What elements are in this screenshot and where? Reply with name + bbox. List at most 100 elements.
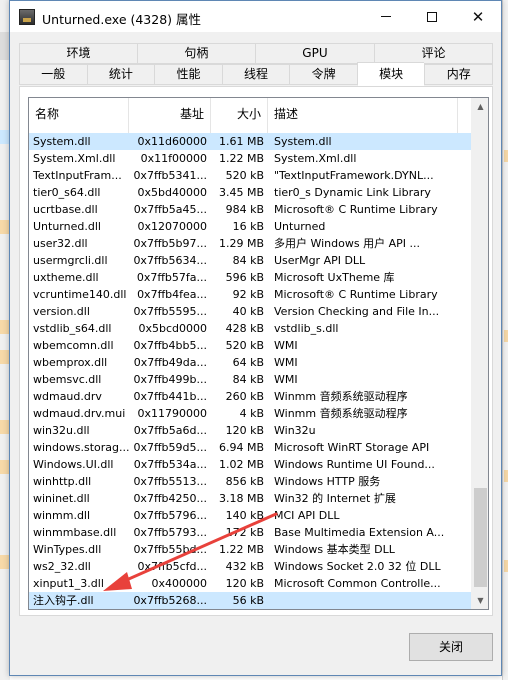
- column-header-base[interactable]: 基址: [129, 98, 211, 133]
- table-row[interactable]: uxtheme.dll 0x7ffb57fa... 596 kB Microsoft …: [29, 269, 471, 286]
- tab-general[interactable]: 一般: [19, 64, 87, 85]
- tab-threads[interactable]: 线程: [221, 64, 290, 85]
- close-button[interactable]: 关闭: [409, 633, 493, 661]
- module-description-cell: "TextInputFramework.DYNL...: [274, 169, 434, 182]
- table-row[interactable]: user32.dll 0x7ffb5b97... 1.29 MB 多用户 Window…: [29, 235, 471, 252]
- scrollbar-thumb[interactable]: [474, 488, 487, 587]
- list-body: System.dll 0x11d60000 1.61 MB System.dll Sys…: [29, 133, 471, 609]
- table-row[interactable]: Windows.UI.dll 0x7ffb534a... 1.02 MB Window…: [29, 456, 471, 473]
- module-size-cell: 260 kB: [225, 390, 264, 403]
- close-window-button[interactable]: ✕: [455, 1, 501, 32]
- table-row[interactable]: wbemsvc.dll 0x7ffb499b... 84 kB WMI: [29, 371, 471, 388]
- module-size-cell: 16 kB: [232, 220, 264, 233]
- module-description-cell: Windows 基本类型 DLL: [274, 543, 395, 556]
- maximize-button[interactable]: [409, 1, 455, 32]
- table-row[interactable]: wbemcomn.dll 0x7ffb4bb5... 520 kB WMI: [29, 337, 471, 354]
- table-row[interactable]: Unturned.dll 0x12070000 16 kB Unturned: [29, 218, 471, 235]
- column-header-size[interactable]: 大小: [211, 98, 268, 133]
- module-name-cell: ws2_32.dll: [33, 560, 91, 573]
- table-row[interactable]: vstdlib_s64.dll 0x5bcd0000 428 kB vstdlib_s…: [29, 320, 471, 337]
- table-row[interactable]: version.dll 0x7ffb5595... 40 kB Version Che…: [29, 303, 471, 320]
- table-row[interactable]: System.dll 0x11d60000 1.61 MB System.dll: [29, 133, 471, 150]
- module-base-cell: 0x400000: [151, 577, 208, 590]
- minimize-button[interactable]: [363, 1, 409, 32]
- module-description-cell: WMI: [274, 373, 298, 386]
- table-row[interactable]: xinput1_3.dll 0x400000 120 kB Microsoft Com…: [29, 575, 471, 592]
- tab-token[interactable]: 令牌: [289, 64, 357, 85]
- table-row[interactable]: wbemprox.dll 0x7ffb49da... 64 kB WMI: [29, 354, 471, 371]
- table-row[interactable]: winmm.dll 0x7ffb5796... 140 kB MCI API DLL: [29, 507, 471, 524]
- table-row[interactable]: winhttp.dll 0x7ffb5513... 856 kB Windows HT…: [29, 473, 471, 490]
- tab-gpu[interactable]: GPU: [254, 43, 375, 64]
- module-size-cell: 40 kB: [232, 305, 264, 318]
- module-base-cell: 0x7ffb534a...: [133, 458, 207, 471]
- tab-environment[interactable]: 环境: [19, 43, 137, 64]
- module-description-cell: [268, 592, 458, 609]
- module-base-cell: 0x7ffb49da...: [133, 356, 207, 369]
- module-description-cell: WMI: [274, 356, 298, 369]
- scroll-up-arrow-icon[interactable]: ▲: [472, 98, 488, 115]
- module-size-cell: 428 kB: [225, 322, 264, 335]
- module-name-cell: vstdlib_s64.dll: [33, 322, 112, 335]
- module-description-cell: Unturned: [274, 220, 326, 233]
- table-row[interactable]: winmmbase.dll 0x7ffb5793... 172 kB Base Mul…: [29, 524, 471, 541]
- module-size-cell: 84 kB: [232, 254, 264, 267]
- module-base-cell: 0x11d60000: [137, 135, 207, 148]
- module-description-cell: tier0_s Dynamic Link Library: [274, 186, 431, 199]
- table-row[interactable]: System.Xml.dll 0x11f00000 1.22 MB System.Xm…: [29, 150, 471, 167]
- module-size-cell: 56 kB: [232, 594, 264, 607]
- table-row[interactable]: 注入钩子.dll 0x7ffb5268... 56 kB: [29, 592, 471, 609]
- module-name-cell: Unturned.dll: [33, 220, 101, 233]
- row-filler: [458, 575, 471, 592]
- module-name-cell: System.dll: [33, 135, 91, 148]
- module-name-cell: windows.storag...: [33, 441, 129, 454]
- row-filler: [458, 388, 471, 405]
- module-size-cell: 520 kB: [225, 339, 264, 352]
- list-header: 名称 基址 大小 描述: [29, 98, 471, 133]
- module-name-cell: wininet.dll: [33, 492, 90, 505]
- module-size-cell: 64 kB: [232, 356, 264, 369]
- table-row[interactable]: wdmaud.drv.mui 0x11790000 4 kB Winmm 音频系统驱动…: [29, 405, 471, 422]
- module-base-cell: 0x7ffb5268...: [133, 594, 207, 607]
- module-size-cell: 1.02 MB: [218, 458, 264, 471]
- table-row[interactable]: usermgrcli.dll 0x7ffb5634... 84 kB UserMgr …: [29, 252, 471, 269]
- table-row[interactable]: windows.storag... 0x7ffb59d5... 6.94 MB Mic…: [29, 439, 471, 456]
- tab-modules[interactable]: 模块: [356, 62, 425, 86]
- module-base-cell: 0x7ffb5a45...: [133, 203, 207, 216]
- module-base-cell: 0x7ffb5a6d...: [133, 424, 207, 437]
- vertical-scrollbar[interactable]: ▲ ▼: [471, 98, 488, 609]
- table-row[interactable]: tier0_s64.dll 0x5bd40000 3.45 MB tier0_s Dy…: [29, 184, 471, 201]
- table-row[interactable]: wininet.dll 0x7ffb4250... 3.18 MB Win32 的 I…: [29, 490, 471, 507]
- tab-statistics[interactable]: 统计: [86, 64, 155, 85]
- table-row[interactable]: vcruntime140.dll 0x7ffb4fea... 92 kB Micros…: [29, 286, 471, 303]
- table-row[interactable]: TextInputFram... 0x7ffb5341... 520 kB "Text…: [29, 167, 471, 184]
- column-header-name[interactable]: 名称: [29, 98, 129, 133]
- tab-performance[interactable]: 性能: [154, 64, 222, 85]
- row-filler: [458, 150, 471, 167]
- table-row[interactable]: ws2_32.dll 0x7ffb5cfd... 432 kB Windows Soc…: [29, 558, 471, 575]
- table-row[interactable]: WinTypes.dll 0x7ffb55bd... 1.22 MB Windows …: [29, 541, 471, 558]
- tab-memory[interactable]: 内存: [424, 64, 494, 85]
- row-filler: [458, 133, 471, 150]
- tab-comment[interactable]: 评论: [374, 43, 493, 64]
- modules-tab-page: 名称 基址 大小 描述 System.dll 0x11d60000 1.61 MB S…: [19, 86, 493, 616]
- table-row[interactable]: wdmaud.drv 0x7ffb441b... 260 kB Winmm 音频系统驱…: [29, 388, 471, 405]
- table-row[interactable]: win32u.dll 0x7ffb5a6d... 120 kB Win32u: [29, 422, 471, 439]
- app-icon: [19, 9, 35, 25]
- module-name-cell: TextInputFram...: [33, 169, 122, 182]
- row-filler: [458, 252, 471, 269]
- module-name-cell: wdmaud.drv: [33, 390, 102, 403]
- module-base-cell: 0x7ffb59d5...: [133, 441, 207, 454]
- scroll-down-arrow-icon[interactable]: ▼: [472, 592, 488, 609]
- module-name-cell: xinput1_3.dll: [33, 577, 104, 590]
- tab-handles[interactable]: 句柄: [136, 43, 255, 64]
- modules-list[interactable]: 名称 基址 大小 描述 System.dll 0x11d60000 1.61 MB S…: [28, 97, 489, 610]
- title-bar[interactable]: Unturned.exe (4328) 属性 ✕: [10, 1, 501, 32]
- row-filler: [458, 507, 471, 524]
- table-row[interactable]: ucrtbase.dll 0x7ffb5a45... 984 kB Microsoft…: [29, 201, 471, 218]
- column-header-description[interactable]: 描述: [268, 98, 458, 133]
- row-filler: [458, 167, 471, 184]
- module-base-cell: 0x7ffb4fea...: [137, 288, 207, 301]
- module-description-cell: Windows HTTP 服务: [274, 475, 381, 488]
- row-filler: [458, 354, 471, 371]
